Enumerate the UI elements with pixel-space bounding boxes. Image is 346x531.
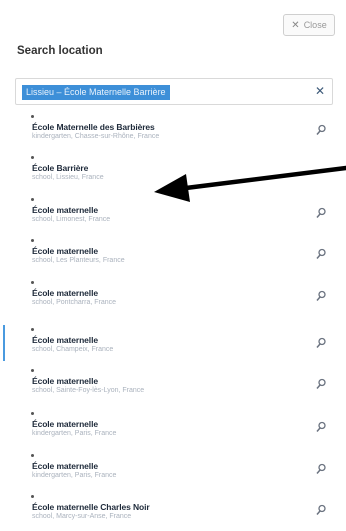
result-name: École maternelle — [32, 461, 98, 471]
panel-title: Search location — [17, 45, 103, 57]
result-detail: kindergarten, Paris, France — [32, 430, 117, 437]
pin-icon[interactable] — [315, 248, 327, 260]
result-item[interactable]: École maternelle school, Sainte-Foy-lès-… — [15, 366, 333, 406]
result-item[interactable]: École maternelle kindergarten, Paris, Fr… — [15, 451, 333, 491]
result-name: École Barrière — [32, 163, 89, 173]
result-item[interactable]: École maternelle kindergarten, Paris, Fr… — [15, 409, 333, 449]
bullet-icon — [31, 412, 34, 415]
bullet-icon — [31, 369, 34, 372]
bullet-icon — [31, 239, 34, 242]
result-detail: school, Sainte-Foy-lès-Lyon, France — [32, 387, 145, 394]
result-detail: school, Champeix, France — [32, 346, 114, 353]
result-detail: kindergarten, Paris, France — [32, 472, 117, 479]
result-name: École maternelle — [32, 205, 98, 215]
bullet-icon — [31, 198, 34, 201]
bullet-icon — [31, 495, 34, 498]
search-input[interactable]: Lissieu – École Maternelle Barrière ✕ — [15, 78, 333, 105]
result-name: École maternelle Charles Noir — [32, 502, 150, 512]
result-detail: school, Limonest, France — [32, 216, 111, 223]
result-detail: kindergarten, Chasse-sur-Rhône, France — [32, 133, 160, 140]
result-item[interactable]: École Maternelle des Barbières kindergar… — [15, 112, 333, 152]
bullet-icon — [31, 328, 34, 331]
result-name: École Maternelle des Barbières — [32, 122, 155, 132]
search-input-value: Lissieu – École Maternelle Barrière — [22, 85, 170, 100]
result-item-active[interactable]: École maternelle school, Champeix, Franc… — [0, 325, 333, 365]
pin-icon[interactable] — [315, 378, 327, 390]
result-item[interactable]: École maternelle school, Pontcharra, Fra… — [15, 278, 333, 318]
pin-icon[interactable] — [315, 337, 327, 349]
result-name: École maternelle — [32, 335, 98, 345]
close-icon: ✕ — [291, 19, 300, 31]
result-item[interactable]: École maternelle school, Les Planteurs, … — [15, 236, 333, 276]
bullet-icon — [31, 281, 34, 284]
result-name: École maternelle — [32, 246, 98, 256]
bullet-icon — [31, 156, 34, 159]
close-button[interactable]: ✕ Close — [283, 14, 335, 36]
result-name: École maternelle — [32, 376, 98, 386]
close-label: Close — [303, 20, 327, 30]
clear-search-icon[interactable]: ✕ — [315, 84, 325, 98]
result-item[interactable]: École maternelle Charles Noir school, Ma… — [15, 492, 333, 531]
result-name: École maternelle — [32, 288, 98, 298]
pin-icon[interactable] — [315, 463, 327, 475]
result-name: École maternelle — [32, 419, 98, 429]
pin-icon[interactable] — [315, 290, 327, 302]
result-detail: school, Marcy-sur-Anse, France — [32, 513, 132, 520]
pin-icon[interactable] — [315, 504, 327, 516]
bullet-icon — [31, 115, 34, 118]
bullet-icon — [31, 454, 34, 457]
pin-icon[interactable] — [315, 124, 327, 136]
arrow-left-icon — [154, 165, 346, 202]
result-detail: school, Les Planteurs, France — [32, 257, 125, 264]
result-detail: school, Lissieu, France — [32, 174, 104, 181]
location-search-panel: ✕ Close Search location Lissieu – École … — [0, 0, 346, 531]
result-detail: school, Pontcharra, France — [32, 299, 117, 306]
pin-icon[interactable] — [315, 421, 327, 433]
pin-icon[interactable] — [315, 207, 327, 219]
